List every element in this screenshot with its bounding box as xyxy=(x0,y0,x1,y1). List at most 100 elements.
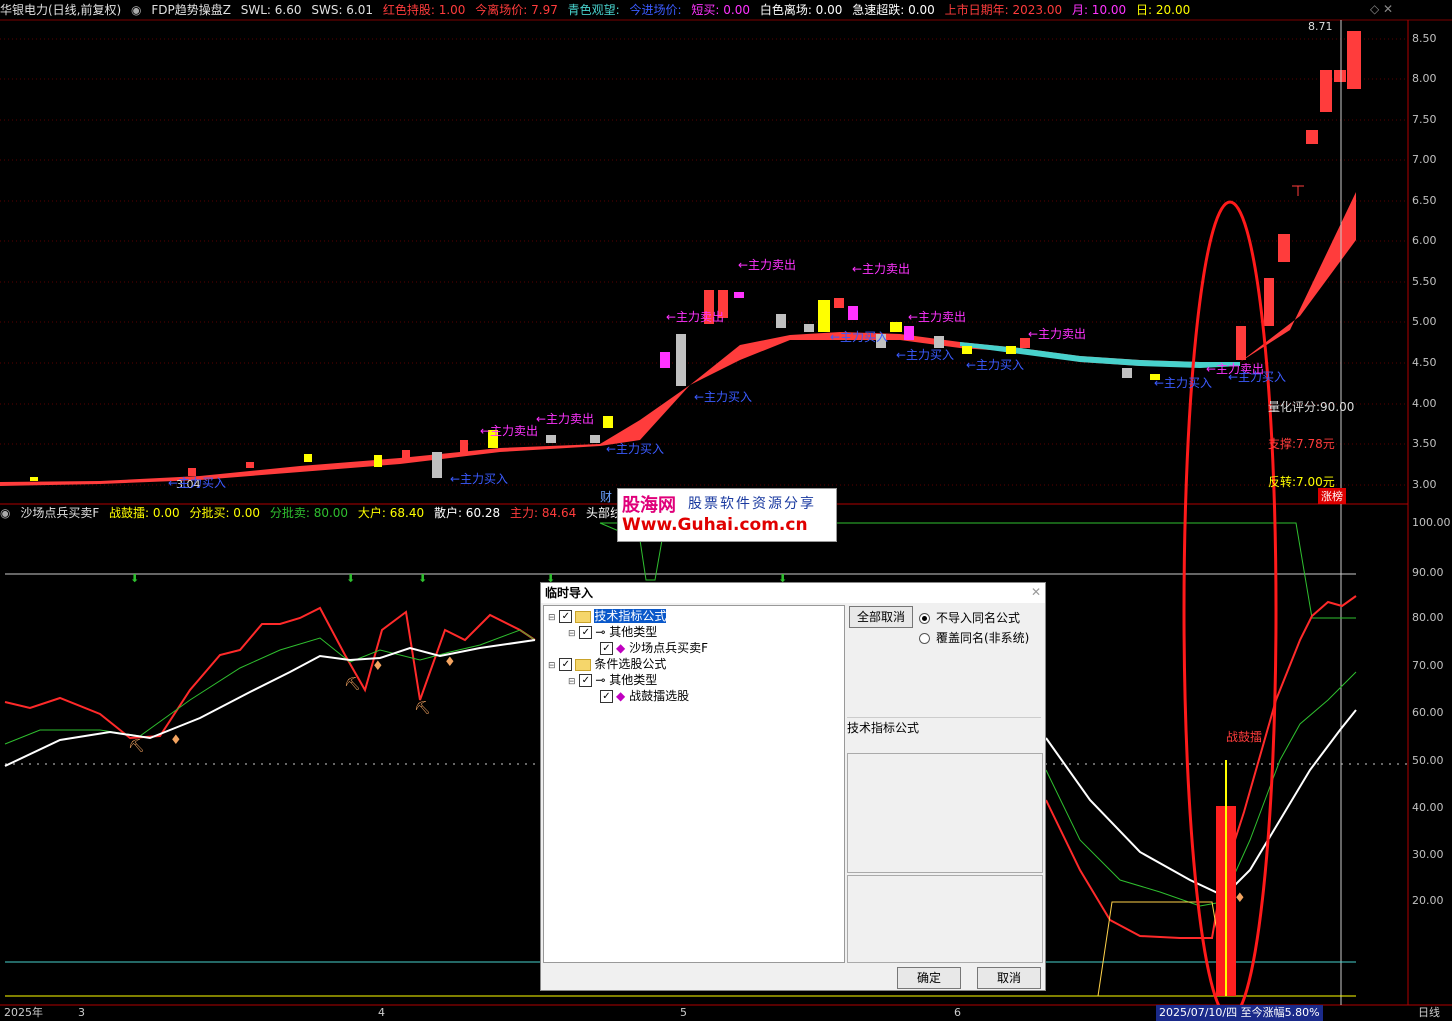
checkbox[interactable]: ✓ xyxy=(600,690,613,703)
y-tick: 90.00 xyxy=(1412,566,1444,579)
sell-signal: ←主力卖出 xyxy=(1028,327,1087,341)
tree-node-indicator-formulas[interactable]: ⊟ ✓ 技术指标公式 xyxy=(548,608,667,624)
svg-text:⬇: ⬇ xyxy=(130,572,139,585)
ok-button[interactable]: 确定 xyxy=(897,967,961,989)
month-tick: 5 xyxy=(680,1006,687,1019)
tree-node-screener-formulas[interactable]: ⊟ ✓ 条件选股公式 xyxy=(548,656,666,672)
support-label: 支撑:7.78元 xyxy=(1268,437,1335,451)
x-axis: 2025年 3 4 5 6 2025/07/10/四 至今涨幅5.80% 日线 xyxy=(0,1005,1452,1021)
svg-text:♦: ♦ xyxy=(170,733,182,748)
y-tick: 20.00 xyxy=(1412,894,1444,907)
svg-text:⛏: ⛏ xyxy=(128,739,145,754)
formula-preview-panel[interactable] xyxy=(847,753,1043,873)
y-tick: 100.00 xyxy=(1412,516,1451,529)
svg-text:♦: ♦ xyxy=(1234,891,1246,906)
buy-signal: ←主力买入 xyxy=(694,390,753,404)
year-label: 2025年 xyxy=(4,1006,43,1019)
buy-signal: ←主力买入 xyxy=(830,330,889,344)
tree-leaf-formula[interactable]: ✓ ◆ 沙场点兵买卖F xyxy=(600,640,708,656)
batch-buy-value: 分批买: 0.00 xyxy=(189,506,261,520)
range-label: 2025/07/10/四 至今涨幅5.80% xyxy=(1156,1005,1323,1021)
svg-text:⛏: ⛏ xyxy=(344,677,361,692)
radio-skip-duplicates[interactable]: 不导入同名公式 xyxy=(919,609,1020,626)
diamond-icon: ◆ xyxy=(616,689,626,703)
import-dialog: 临时导入 ✕ ⊟ ✓ 技术指标公式 ⊟ ✓ ⊸ 其他类型 ✓ ◆ 沙场点兵买卖F ⊟ … xyxy=(540,582,1046,991)
buy-signal: ←主力买入 xyxy=(168,476,227,490)
tree-label: 战鼓擂选股 xyxy=(629,689,690,703)
high-price-label: 8.71 xyxy=(1308,20,1333,33)
indicator-axis: 100.00 90.00 80.00 70.00 60.00 50.00 40.… xyxy=(1408,504,1452,1004)
diamond-icon: ◆ xyxy=(616,641,626,655)
checkbox[interactable]: ✓ xyxy=(559,610,573,623)
indicator-name-lower[interactable]: 沙场点兵买卖F xyxy=(20,506,99,520)
svg-text:⬇: ⬇ xyxy=(418,572,427,585)
brand-url: Www.Guhai.com.cn xyxy=(622,515,808,535)
y-tick: 7.50 xyxy=(1412,113,1437,126)
tree-node-other-type[interactable]: ⊟ ✓ ⊸ 其他类型 xyxy=(568,672,657,688)
buy-signal: ←主力买入 xyxy=(1154,376,1213,390)
formula-detail-panel[interactable] xyxy=(847,875,1043,963)
watermark-logo: 股海网 股票软件资源分享 Www.Guhai.com.cn xyxy=(617,488,837,542)
section-label: 技术指标公式 xyxy=(847,721,920,735)
radio-icon xyxy=(919,633,930,644)
formula-tree[interactable]: ⊟ ✓ 技术指标公式 ⊟ ✓ ⊸ 其他类型 ✓ ◆ 沙场点兵买卖F ⊟ ✓ 条件选股公式… xyxy=(543,605,845,963)
y-tick: 5.50 xyxy=(1412,275,1437,288)
checkbox[interactable]: ✓ xyxy=(579,626,593,639)
svg-text:⬇: ⬇ xyxy=(346,572,355,585)
deselect-all-button[interactable]: 全部取消 xyxy=(849,606,913,628)
month-tick: 6 xyxy=(954,1006,961,1019)
svg-text:⛏: ⛏ xyxy=(414,701,431,716)
y-tick: 7.00 xyxy=(1412,153,1437,166)
sell-signal: ←主力卖出 xyxy=(536,412,595,426)
close-icon[interactable]: ✕ xyxy=(1031,585,1041,599)
svg-text:♦: ♦ xyxy=(372,659,384,674)
radio-icon xyxy=(919,613,930,624)
y-tick: 4.00 xyxy=(1412,397,1437,410)
cancel-button[interactable]: 取消 xyxy=(977,967,1041,989)
month-tick: 3 xyxy=(78,1006,85,1019)
dialog-title: 临时导入 xyxy=(541,583,1045,603)
y-tick: 5.00 xyxy=(1412,315,1437,328)
y-tick: 3.50 xyxy=(1412,437,1437,450)
radio-label: 不导入同名公式 xyxy=(936,611,1021,625)
sell-signal: ←主力卖出 xyxy=(480,424,539,438)
brand-tagline: 股票软件资源分享 xyxy=(688,496,816,512)
cai-badge: 财 xyxy=(600,490,613,504)
retail-value: 散户: 60.28 xyxy=(433,506,501,520)
buy-signal: ←主力买入 xyxy=(606,442,665,456)
y-tick: 3.00 xyxy=(1412,478,1437,491)
price-axis: 8.50 8.00 7.50 7.00 6.50 6.00 5.50 5.00 … xyxy=(1408,20,1452,504)
radio-overwrite[interactable]: 覆盖同名(非系统) xyxy=(919,629,1029,646)
checkbox[interactable]: ✓ xyxy=(579,674,593,687)
buy-signal: ←主力买入 xyxy=(1228,370,1287,384)
tree-label: 其他类型 xyxy=(609,625,658,639)
indicator-toggle-icon[interactable]: ◉ xyxy=(0,506,10,520)
y-tick: 40.00 xyxy=(1412,801,1444,814)
drum-value: 战鼓擂: 0.00 xyxy=(109,506,180,520)
key-icon: ⊸ xyxy=(595,625,606,639)
sell-signal: ←主力卖出 xyxy=(738,258,797,272)
y-tick: 8.50 xyxy=(1412,32,1437,45)
tree-label: 条件选股公式 xyxy=(594,657,667,671)
radio-label: 覆盖同名(非系统) xyxy=(936,631,1030,645)
score-label: 量化评分:90.00 xyxy=(1268,400,1355,414)
checkbox[interactable]: ✓ xyxy=(559,658,573,671)
tree-label: 其他类型 xyxy=(609,673,658,687)
period-button[interactable]: 日线 xyxy=(1418,1005,1440,1021)
buy-signal: ←主力买入 xyxy=(450,472,509,486)
y-tick: 50.00 xyxy=(1412,754,1444,767)
batch-sell-value: 分批卖: 80.00 xyxy=(269,506,349,520)
main-value: 主力: 84.64 xyxy=(510,506,577,520)
y-tick: 8.00 xyxy=(1412,72,1437,85)
sell-signal: ←主力卖出 xyxy=(852,262,911,276)
tree-leaf-screener[interactable]: ✓ ◆ 战鼓擂选股 xyxy=(600,688,689,704)
limit-badge: 涨榜 xyxy=(1318,488,1346,504)
y-tick: 6.00 xyxy=(1412,234,1437,247)
folder-icon xyxy=(575,610,592,623)
divider xyxy=(847,717,1041,718)
tree-node-other-type[interactable]: ⊟ ✓ ⊸ 其他类型 xyxy=(568,624,657,640)
y-tick: 4.50 xyxy=(1412,356,1437,369)
checkbox[interactable]: ✓ xyxy=(600,642,613,655)
y-tick: 70.00 xyxy=(1412,659,1444,672)
brand-name: 股海网 xyxy=(622,495,676,516)
